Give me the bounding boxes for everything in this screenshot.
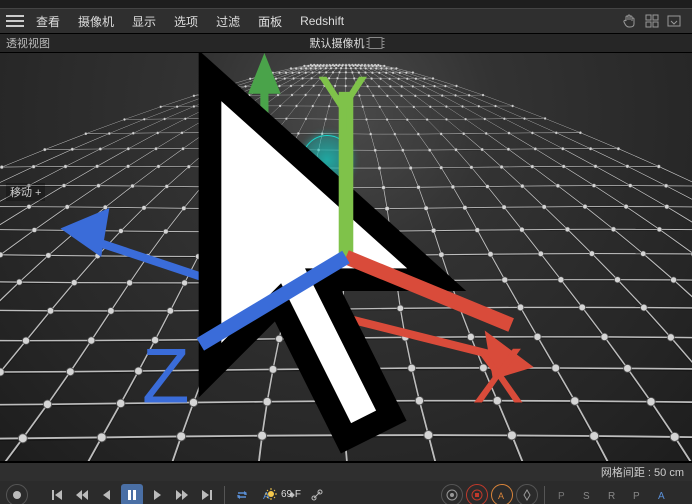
viewport-label: 透视视图 <box>6 35 50 51</box>
sun-icon <box>265 488 277 500</box>
navigation-gizmo-icon[interactable]: Y X Z <box>0 53 692 461</box>
3d-viewport[interactable]: 移动 + Y X Z <box>0 53 692 462</box>
playback-toolbar: A↓ A P S R P A <box>0 481 692 504</box>
pause-button[interactable] <box>121 484 143 504</box>
key-param-toggle[interactable]: P <box>626 484 648 504</box>
svg-text:Z: Z <box>142 334 189 420</box>
menu-options[interactable]: 选项 <box>166 11 206 32</box>
menu-filter[interactable]: 过滤 <box>208 11 248 32</box>
menu-camera[interactable]: 摄像机 <box>70 11 122 32</box>
filmstrip-icon <box>369 37 383 49</box>
svg-text:X: X <box>472 334 524 420</box>
svg-text:A: A <box>658 491 665 502</box>
hand-pan-icon[interactable] <box>622 13 638 29</box>
svg-text:P: P <box>633 491 640 502</box>
next-frame-button[interactable] <box>171 484 193 504</box>
hamburger-menu-icon[interactable] <box>4 10 26 32</box>
menu-display[interactable]: 显示 <box>124 11 164 32</box>
loop-button[interactable] <box>231 484 253 504</box>
status-bar: 网格间距 : 50 cm <box>0 462 692 481</box>
go-to-start-button[interactable] <box>46 484 68 504</box>
key-selection-button[interactable] <box>441 484 463 504</box>
key-rot-toggle[interactable]: R <box>601 484 623 504</box>
key-position-button[interactable]: A <box>491 484 513 504</box>
svg-text:S: S <box>583 491 590 502</box>
main-menu-bar: 查看 摄像机 显示 选项 过滤 面板 Redshift <box>0 9 692 34</box>
svg-text:P: P <box>558 491 565 502</box>
menu-view[interactable]: 查看 <box>28 11 68 32</box>
system-weather-widget[interactable]: 69 F <box>265 488 301 500</box>
svg-text:A: A <box>498 491 504 501</box>
spline-options-button[interactable] <box>306 484 328 504</box>
svg-text:R: R <box>608 491 615 502</box>
key-anim-toggle[interactable]: A <box>651 484 673 504</box>
dropdown-icon[interactable] <box>666 13 682 29</box>
grid-icon[interactable] <box>644 13 660 29</box>
active-camera-label[interactable]: 默认摄像机 <box>310 35 383 51</box>
svg-text:Y: Y <box>317 62 369 148</box>
play-button[interactable] <box>146 484 168 504</box>
key-pos-toggle[interactable]: P <box>551 484 573 504</box>
grid-spacing-readout: 网格间距 : 50 cm <box>601 464 684 480</box>
viewport-header: 透视视图 默认摄像机 <box>0 34 692 53</box>
key-rotation-button[interactable] <box>516 484 538 504</box>
record-button[interactable] <box>6 484 28 504</box>
menu-redshift[interactable]: Redshift <box>292 12 352 30</box>
menu-panel[interactable]: 面板 <box>250 11 290 32</box>
key-scale-toggle[interactable]: S <box>576 484 598 504</box>
key-transform-button[interactable] <box>466 484 488 504</box>
prev-key-button[interactable] <box>71 484 93 504</box>
go-to-end-button[interactable] <box>196 484 218 504</box>
prev-frame-button[interactable] <box>96 484 118 504</box>
